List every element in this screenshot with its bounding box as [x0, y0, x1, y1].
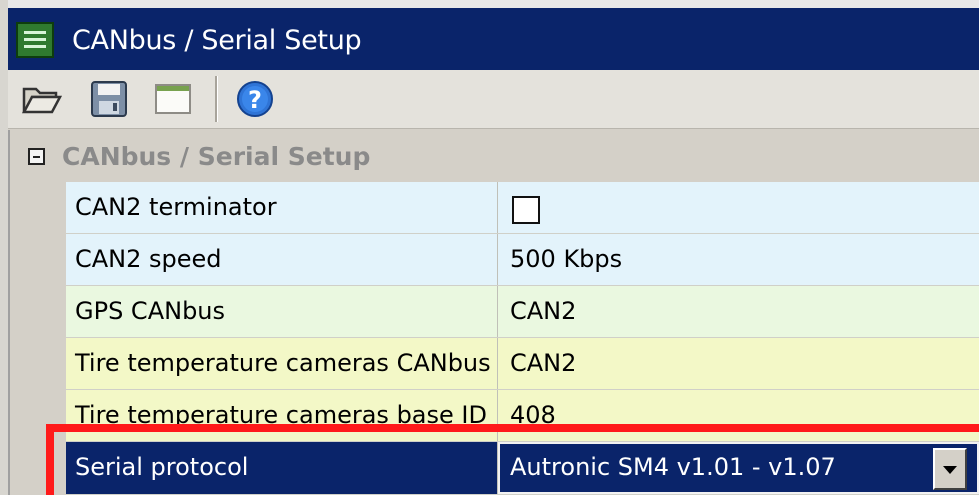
property-name: Tire temperature cameras base ID — [66, 390, 498, 441]
toolbar: ? — [8, 70, 979, 129]
property-row-gps-canbus[interactable]: GPS CANbus CAN2 — [66, 286, 979, 338]
property-row-tire-temp-canbus[interactable]: Tire temperature cameras CANbus CAN2 — [66, 338, 979, 390]
serial-protocol-dropdown[interactable]: Autronic SM4 v1.01 - v1.07 — [498, 442, 979, 494]
window-icon — [155, 84, 191, 114]
folder-open-icon — [21, 87, 63, 114]
property-row-tire-temp-base-id[interactable]: Tire temperature cameras base ID 408 — [66, 390, 979, 442]
property-grid: CANbus / Serial Setup CAN2 terminator CA… — [8, 130, 979, 495]
can2-terminator-checkbox[interactable] — [512, 196, 540, 224]
canbus-serial-setup-window: CANbus / Serial Setup ? CANbus / Serial … — [8, 0, 979, 495]
category-title: CANbus / Serial Setup — [62, 142, 371, 171]
dropdown-arrow-icon[interactable] — [933, 448, 967, 490]
app-grid-icon — [16, 22, 54, 58]
property-value[interactable]: 500 Kbps — [498, 234, 979, 285]
property-value[interactable]: CAN2 — [498, 338, 979, 389]
svg-text:?: ? — [248, 86, 262, 114]
property-name: GPS CANbus — [66, 286, 498, 337]
property-name: Serial protocol — [66, 442, 498, 494]
save-button[interactable] — [88, 79, 130, 119]
help-button[interactable]: ? — [234, 79, 276, 119]
open-button[interactable] — [20, 79, 63, 119]
property-name: CAN2 speed — [66, 234, 498, 285]
property-name: Tire temperature cameras CANbus — [66, 338, 498, 389]
help-icon: ? — [237, 81, 273, 117]
window-button[interactable] — [152, 79, 194, 119]
property-value[interactable] — [498, 182, 979, 233]
property-value[interactable]: 408 — [498, 390, 979, 441]
title-bar[interactable]: CANbus / Serial Setup — [8, 0, 979, 70]
property-name: CAN2 terminator — [66, 182, 498, 233]
dropdown-selected-value: Autronic SM4 v1.01 - v1.07 — [510, 453, 836, 481]
floppy-disk-icon — [91, 81, 127, 117]
grid-gutter — [10, 182, 66, 495]
property-row-serial-protocol[interactable]: Serial protocol Autronic SM4 v1.01 - v1.… — [66, 442, 979, 495]
property-value[interactable]: CAN2 — [498, 286, 979, 337]
toolbar-separator — [215, 76, 218, 122]
collapse-minus-icon[interactable] — [28, 148, 45, 165]
category-header: CANbus / Serial Setup — [10, 130, 979, 182]
window-title: CANbus / Serial Setup — [72, 25, 362, 56]
property-row-can2-terminator[interactable]: CAN2 terminator — [66, 182, 979, 234]
property-row-can2-speed[interactable]: CAN2 speed 500 Kbps — [66, 234, 979, 286]
